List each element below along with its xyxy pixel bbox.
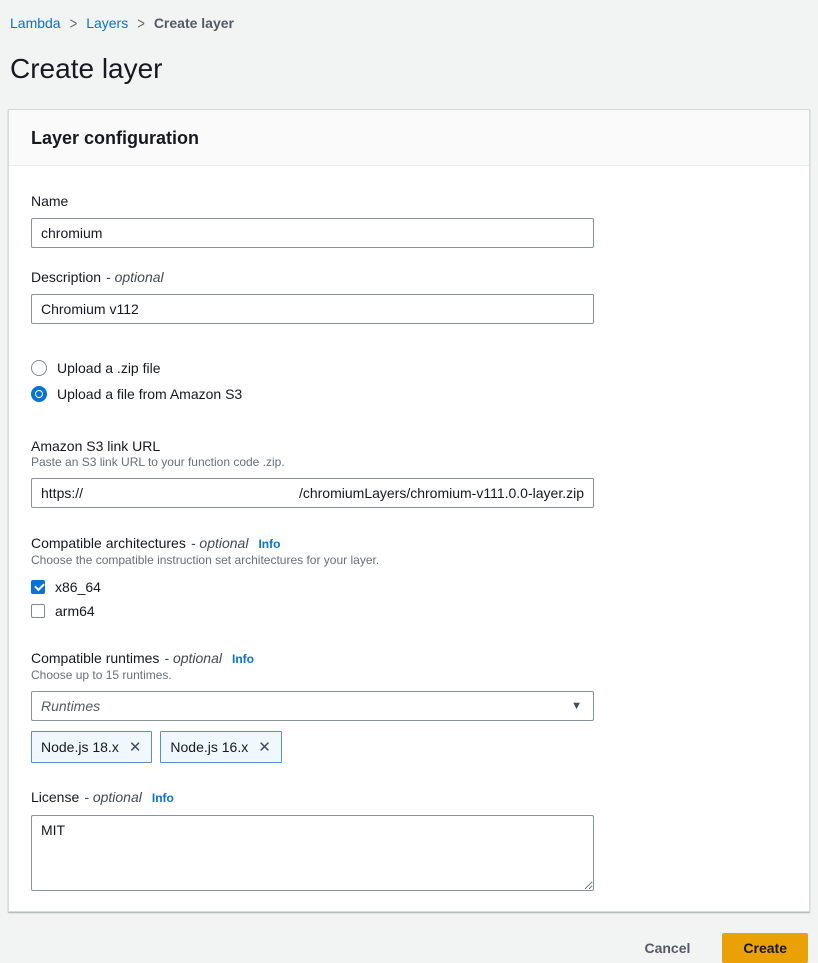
license-info-link[interactable]: Info [152, 789, 174, 807]
breadcrumb-current-create-layer: Create layer [154, 15, 234, 31]
radio-upload-s3-label: Upload a file from Amazon S3 [57, 386, 242, 402]
compatible-runtimes-field: Compatible runtimes - optional Info Choo… [31, 649, 789, 763]
form-actions: Cancel Create [0, 912, 818, 963]
description-label: Description [31, 268, 101, 286]
breadcrumb-separator-icon: > [70, 14, 78, 33]
page-title: Create layer [10, 52, 808, 86]
compatible-runtimes-label: Compatible runtimes [31, 649, 159, 667]
radio-upload-from-s3[interactable]: Upload a file from Amazon S3 [31, 383, 789, 405]
license-label: License [31, 788, 79, 806]
s3-url-prefix: https:// [41, 485, 83, 501]
compatible-architectures-field: Compatible architectures - optional Info… [31, 534, 789, 622]
runtime-token-nodejs-16: Node.js 16.x ✕ [160, 731, 281, 763]
runtimes-optional-suffix: - optional [164, 649, 222, 667]
breadcrumb-link-lambda[interactable]: Lambda [10, 15, 61, 31]
description-optional-suffix: - optional [106, 268, 164, 286]
description-field: Description - optional [31, 268, 789, 324]
chevron-down-icon: ▼ [571, 700, 582, 712]
breadcrumb: Lambda > Layers > Create layer [0, 0, 818, 31]
runtimes-help: Choose up to 15 runtimes. [31, 667, 789, 683]
breadcrumb-separator-icon: > [137, 14, 145, 33]
checkbox-icon[interactable] [31, 604, 45, 618]
upload-source-radio-group: Upload a .zip file Upload a file from Am… [31, 357, 789, 405]
radio-upload-zip-file[interactable]: Upload a .zip file [31, 357, 789, 379]
checkbox-icon[interactable] [31, 580, 45, 594]
remove-token-icon[interactable]: ✕ [129, 740, 142, 755]
name-input[interactable] [31, 218, 594, 248]
cancel-button[interactable]: Cancel [640, 935, 694, 961]
checkbox-x86-64[interactable]: x86_64 [31, 576, 789, 598]
s3-url-input[interactable]: https:// /chromiumLayers/chromium-v111.0… [31, 478, 594, 508]
radio-icon[interactable] [31, 360, 47, 376]
panel-header: Layer configuration [9, 110, 809, 166]
checkbox-x86-64-label: x86_64 [55, 579, 101, 595]
architectures-info-link[interactable]: Info [258, 535, 280, 553]
description-input[interactable] [31, 294, 594, 324]
license-textarea[interactable]: MIT [31, 815, 594, 891]
runtimes-select[interactable]: Runtimes ▼ [31, 691, 594, 721]
panel-body: Name Description - optional Upload a .zi… [9, 166, 809, 911]
s3-link-url-field: Amazon S3 link URL Paste an S3 link URL … [31, 437, 789, 508]
breadcrumb-link-layers[interactable]: Layers [86, 15, 128, 31]
runtime-token-label: Node.js 18.x [41, 739, 119, 755]
s3-url-suffix: /chromiumLayers/chromium-v111.0.0-layer.… [299, 485, 584, 501]
panel-title: Layer configuration [31, 127, 789, 149]
s3-link-url-help: Paste an S3 link URL to your function co… [31, 454, 789, 470]
create-button[interactable]: Create [722, 933, 808, 963]
license-optional-suffix: - optional [84, 788, 142, 806]
runtime-token-nodejs-18: Node.js 18.x ✕ [31, 731, 152, 763]
architectures-help: Choose the compatible instruction set ar… [31, 552, 789, 568]
radio-icon[interactable] [31, 386, 47, 402]
checkbox-arm64[interactable]: arm64 [31, 600, 789, 622]
runtimes-info-link[interactable]: Info [232, 650, 254, 668]
architectures-optional-suffix: - optional [191, 534, 249, 552]
runtime-token-label: Node.js 16.x [170, 739, 248, 755]
checkbox-arm64-label: arm64 [55, 603, 95, 619]
radio-upload-zip-label: Upload a .zip file [57, 360, 161, 376]
layer-configuration-panel: Layer configuration Name Description - o… [8, 109, 810, 912]
name-label: Name [31, 192, 68, 210]
name-field: Name [31, 192, 789, 248]
remove-token-icon[interactable]: ✕ [258, 740, 271, 755]
license-field: License - optional Info MIT [31, 788, 789, 891]
s3-link-url-label: Amazon S3 link URL [31, 437, 160, 455]
compatible-architectures-label: Compatible architectures [31, 534, 186, 552]
runtimes-select-placeholder: Runtimes [41, 698, 100, 714]
runtime-token-list: Node.js 18.x ✕ Node.js 16.x ✕ [31, 731, 789, 763]
